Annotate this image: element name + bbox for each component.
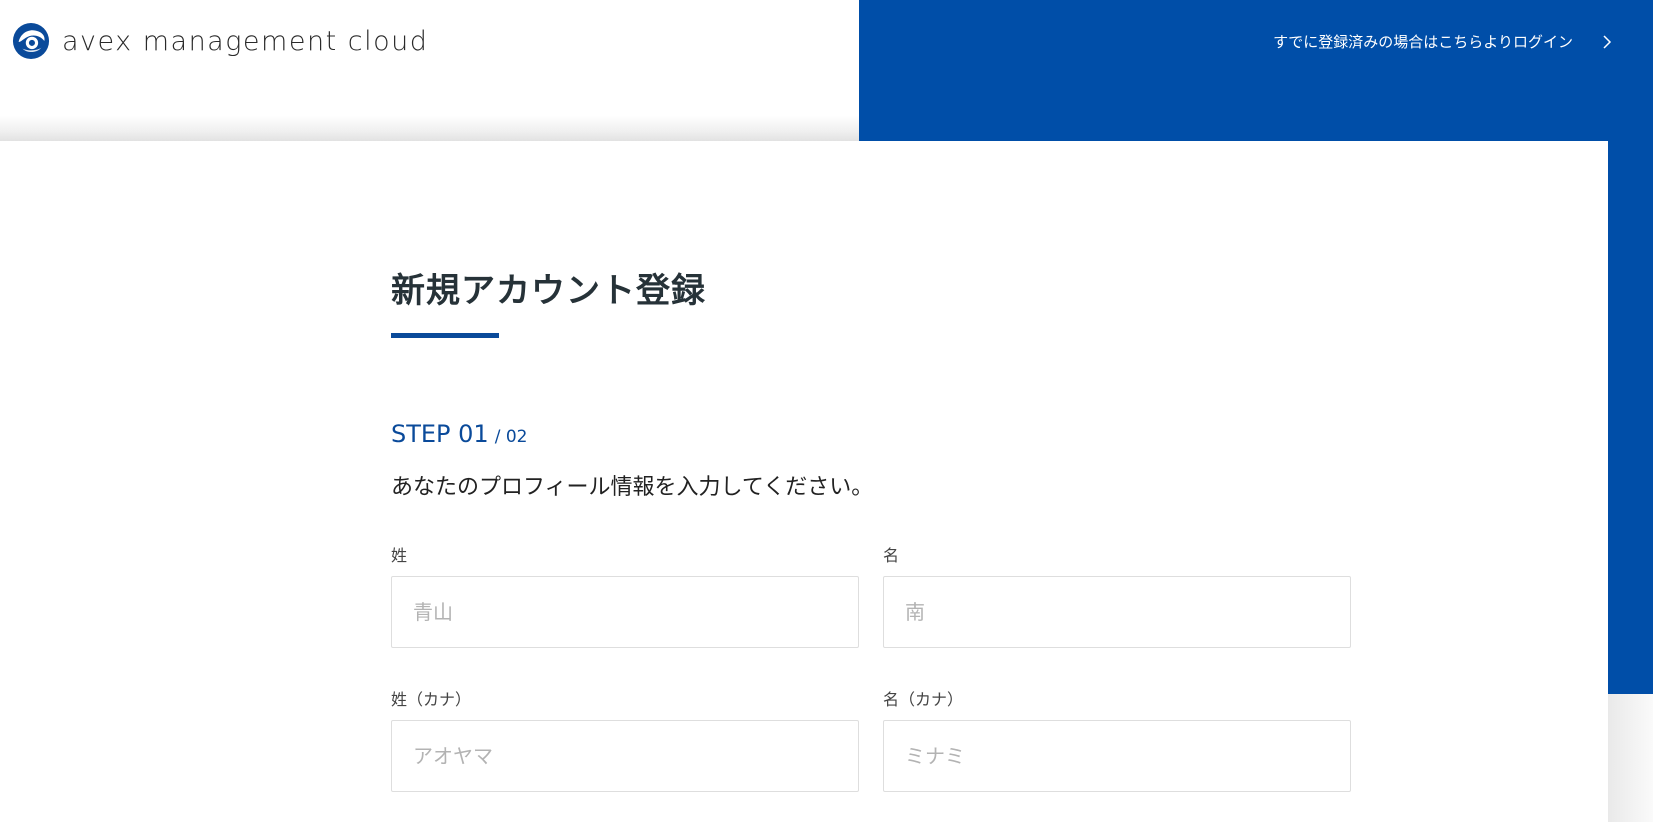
page-title: 新規アカウント登録 [391, 271, 706, 311]
first-name-label: 名 [883, 546, 900, 565]
instruction-text: あなたのプロフィール情報を入力してください。 [391, 475, 874, 500]
first-name-kana-input[interactable] [883, 720, 1351, 792]
last-name-kana-label: 姓（カナ） [391, 690, 472, 709]
last-name-label: 姓 [391, 546, 408, 565]
step-indicator: STEP 01 / 02 [391, 420, 527, 448]
title-underline [391, 333, 499, 338]
step-current: STEP 01 [391, 420, 489, 448]
login-link[interactable]: すでに登録済みの場合はこちらよりログイン [1273, 31, 1615, 52]
logo[interactable]: avex management cloud [12, 22, 428, 60]
right-edge-strip [1608, 694, 1653, 822]
chevron-right-icon [1603, 34, 1612, 49]
login-link-label: すでに登録済みの場合はこちらよりログイン [1273, 33, 1573, 51]
last-name-input[interactable] [391, 576, 859, 648]
registration-card: 新規アカウント登録 STEP 01 / 02 あなたのプロフィール情報を入力して… [0, 141, 1608, 822]
step-total: / 02 [494, 427, 528, 447]
avex-logo-icon [12, 22, 50, 60]
logo-text: avex management cloud [62, 25, 429, 57]
first-name-kana-label: 名（カナ） [883, 690, 964, 709]
last-name-kana-input[interactable] [391, 720, 859, 792]
first-name-input[interactable] [883, 576, 1351, 648]
